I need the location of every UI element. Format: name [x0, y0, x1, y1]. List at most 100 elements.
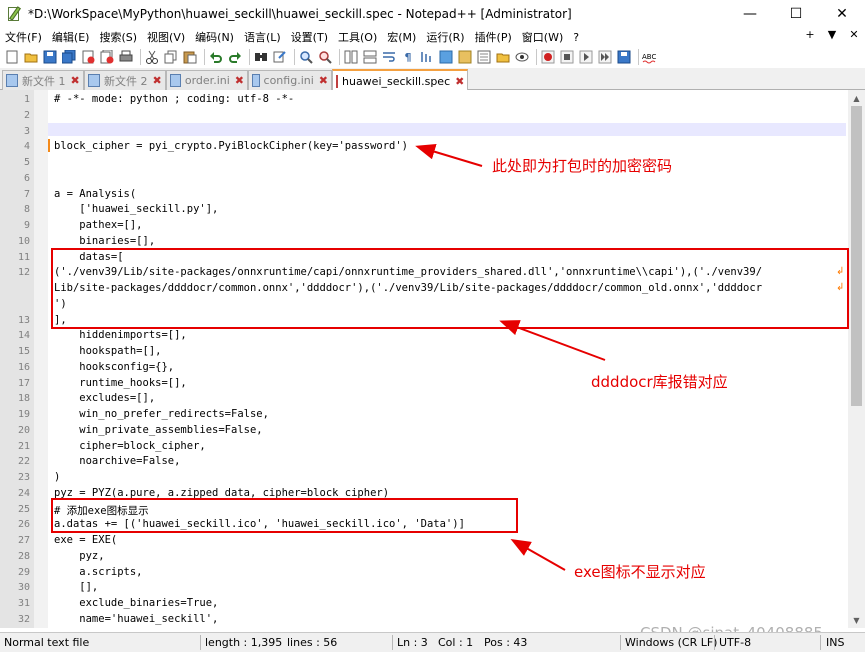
code-line[interactable]: ['huawei_seckill.py'],	[54, 203, 218, 215]
undo-icon[interactable]	[208, 49, 224, 65]
line-number: 28	[17, 550, 30, 562]
line-number: 12	[17, 267, 30, 279]
code-line[interactable]: pathex=[],	[54, 219, 142, 231]
sync-horizontal-icon[interactable]	[362, 49, 378, 65]
code-line[interactable]: hooksconfig={},	[54, 361, 174, 373]
editor-area[interactable]: 1 # -*- mode: python ; coding: utf-8 -*- 2…	[0, 90, 848, 628]
zoom-in-icon[interactable]	[298, 49, 314, 65]
language-icon[interactable]	[438, 49, 454, 65]
code-line[interactable]: win_private_assemblies=False,	[54, 424, 262, 436]
maximize-button[interactable]: ☐	[773, 0, 819, 28]
code-line[interactable]: # -*- mode: python ; coding: utf-8 -*-	[54, 93, 294, 105]
code-line[interactable]: excludes=[],	[54, 392, 155, 404]
paste-icon[interactable]	[182, 49, 198, 65]
scroll-up-icon[interactable]: ▲	[848, 90, 865, 106]
indent-guide-icon[interactable]	[419, 49, 435, 65]
menu-macro[interactable]: 宏(M)	[382, 29, 421, 45]
code-line[interactable]: pyz,	[54, 550, 104, 562]
code-line[interactable]: [],	[54, 581, 98, 593]
menu-window[interactable]: 窗口(W)	[517, 29, 568, 45]
tab-huawei-seckill-spec[interactable]: huawei_seckill.spec ✖	[332, 69, 468, 91]
close-all-icon[interactable]	[99, 49, 115, 65]
tab-config-ini[interactable]: config.ini ✖	[248, 70, 332, 90]
copy-icon[interactable]	[163, 49, 179, 65]
status-file-type: Normal text file	[4, 636, 90, 649]
record-macro-icon[interactable]	[540, 49, 556, 65]
code-line[interactable]: name='huawei_seckill',	[54, 613, 218, 625]
menu-run[interactable]: 运行(R)	[421, 29, 469, 45]
close-doc-menu-button[interactable]: ✕	[843, 28, 865, 41]
save-macro-icon[interactable]	[616, 49, 632, 65]
new-file-icon[interactable]	[4, 49, 20, 65]
function-list-icon[interactable]	[476, 49, 492, 65]
file-modified-icon	[336, 74, 338, 88]
tab-close-icon[interactable]: ✖	[235, 74, 244, 87]
zoom-out-icon[interactable]	[317, 49, 333, 65]
find-icon[interactable]	[253, 49, 269, 65]
vertical-scrollbar[interactable]: ▲ ▼	[848, 90, 865, 628]
toolbar-separator	[536, 49, 537, 65]
minimize-button[interactable]: —	[727, 0, 773, 28]
code-line[interactable]: runtime_hooks=[],	[54, 377, 186, 389]
menu-view[interactable]: 视图(V)	[142, 29, 190, 45]
run-macro-multiple-icon[interactable]	[597, 49, 613, 65]
tab-close-icon[interactable]: ✖	[455, 75, 464, 88]
tab-close-icon[interactable]: ✖	[319, 74, 328, 87]
code-line[interactable]: binaries=[],	[54, 235, 155, 247]
code-line[interactable]: hiddenimports=[],	[54, 329, 186, 341]
scroll-down-icon[interactable]: ▼	[848, 612, 865, 628]
doc-map-icon[interactable]	[457, 49, 473, 65]
code-line[interactable]: cipher=block_cipher,	[54, 440, 205, 452]
fold-margin[interactable]	[34, 90, 48, 628]
code-line[interactable]: a = Analysis(	[54, 188, 136, 200]
tab-new-file-1[interactable]: 新文件 1 ✖	[2, 70, 84, 90]
menu-encoding[interactable]: 编码(N)	[190, 29, 239, 45]
code-line[interactable]: a.scripts,	[54, 566, 142, 578]
word-wrap-icon[interactable]	[381, 49, 397, 65]
ddddocr-highlight-box	[51, 248, 849, 329]
tab-close-icon[interactable]: ✖	[153, 74, 162, 87]
code-line[interactable]: block_cipher = pyi_crypto.PyiBlockCipher…	[54, 140, 408, 152]
save-all-icon[interactable]	[61, 49, 77, 65]
folder-workspace-icon[interactable]	[495, 49, 511, 65]
code-line[interactable]: exclude_binaries=True,	[54, 597, 218, 609]
spell-check-icon[interactable]: ABC	[642, 49, 658, 65]
code-line[interactable]: hookspath=[],	[54, 345, 161, 357]
tab-close-icon[interactable]: ✖	[71, 74, 80, 87]
file-icon	[252, 74, 260, 87]
code-line[interactable]: exe = EXE(	[54, 534, 117, 546]
code-line[interactable]: )	[54, 471, 60, 483]
code-line[interactable]: win_no_prefer_redirects=False,	[54, 408, 269, 420]
menu-language[interactable]: 语言(L)	[239, 29, 286, 45]
new-tab-menu-button[interactable]: +	[799, 28, 821, 41]
tab-list-menu-button[interactable]: ▼	[821, 28, 843, 41]
menu-tools[interactable]: 工具(O)	[333, 29, 382, 45]
close-button[interactable]: ✕	[819, 0, 865, 28]
monitoring-icon[interactable]	[514, 49, 530, 65]
tab-order-ini[interactable]: order.ini ✖	[166, 70, 248, 90]
save-icon[interactable]	[42, 49, 58, 65]
scrollbar-thumb[interactable]	[851, 106, 862, 406]
code-line[interactable]: pyz = PYZ(a.pure, a.zipped_data, cipher=…	[54, 487, 389, 499]
sync-vertical-icon[interactable]	[343, 49, 359, 65]
menu-settings[interactable]: 设置(T)	[286, 29, 333, 45]
redo-icon[interactable]	[227, 49, 243, 65]
menu-file[interactable]: 文件(F)	[0, 29, 47, 45]
tab-new-file-2[interactable]: 新文件 2 ✖	[84, 70, 166, 90]
cut-icon[interactable]	[144, 49, 160, 65]
replace-icon[interactable]	[272, 49, 288, 65]
line-number: 15	[17, 346, 30, 357]
menu-plugins[interactable]: 插件(P)	[470, 29, 517, 45]
show-all-chars-icon[interactable]: ¶	[400, 49, 416, 65]
open-file-icon[interactable]	[23, 49, 39, 65]
line-number: 19	[17, 409, 30, 420]
menu-search[interactable]: 搜索(S)	[94, 29, 142, 45]
play-macro-icon[interactable]	[578, 49, 594, 65]
stop-macro-icon[interactable]	[559, 49, 575, 65]
close-file-icon[interactable]	[80, 49, 96, 65]
menu-edit[interactable]: 编辑(E)	[47, 29, 95, 45]
print-icon[interactable]	[118, 49, 134, 65]
code-line[interactable]: noarchive=False,	[54, 455, 180, 467]
menu-help[interactable]: ?	[568, 31, 584, 44]
line-number: 21	[17, 440, 30, 452]
